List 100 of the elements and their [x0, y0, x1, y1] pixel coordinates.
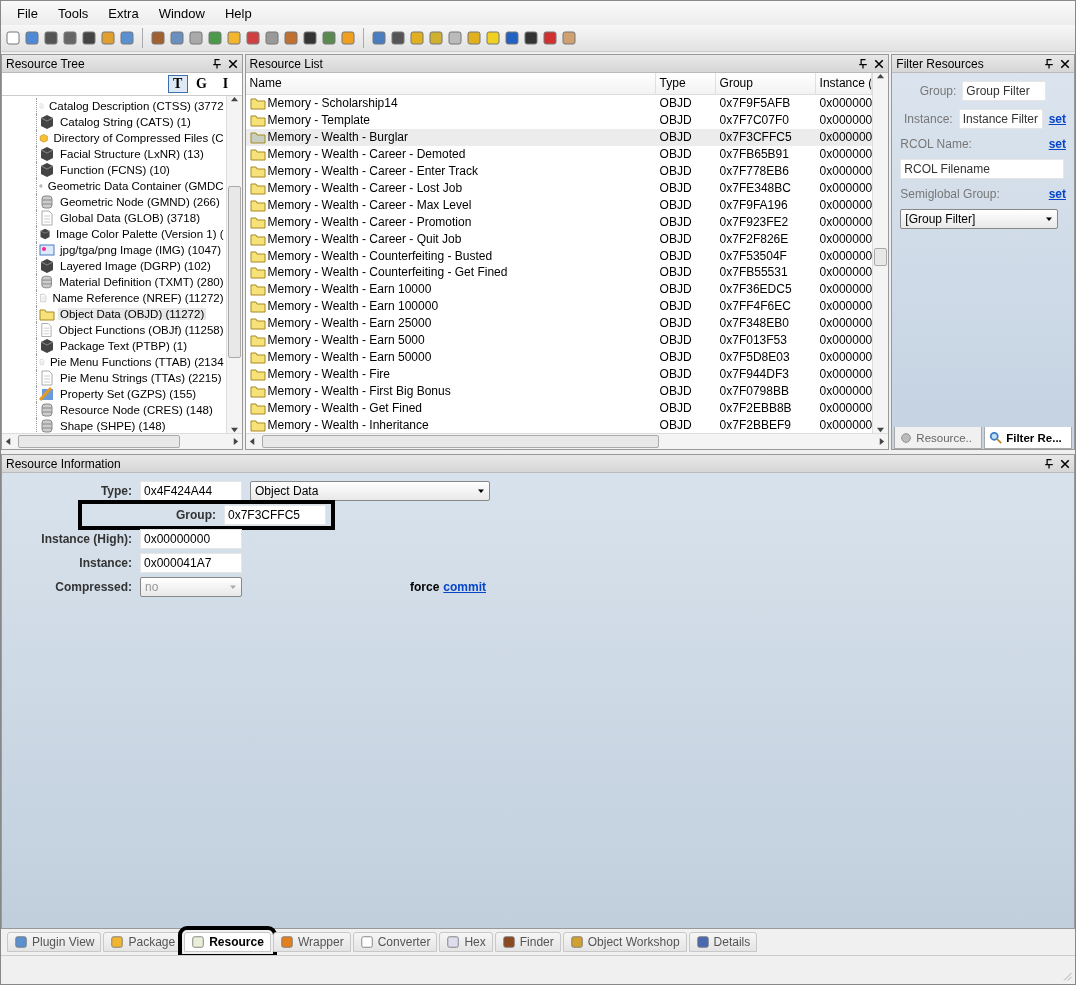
value-field[interactable]: 0x00000000	[140, 529, 242, 549]
set-link[interactable]: set	[1048, 112, 1066, 126]
horizontal-scrollbar[interactable]	[2, 433, 242, 449]
tree-item[interactable]: Function (FCNS) (10)	[58, 164, 172, 176]
view-tab[interactable]: Converter	[352, 932, 438, 952]
table-cell: Memory - Wealth - Earn 100000	[267, 299, 439, 314]
field-label: Group:	[175, 508, 216, 522]
tree-item[interactable]: Object Functions (OBJf) (11258)	[56, 324, 226, 336]
column-header[interactable]: Type	[655, 73, 716, 94]
caret-icon	[477, 487, 485, 495]
vertical-scrollbar[interactable]	[872, 73, 889, 433]
column-header[interactable]: Group	[715, 73, 816, 94]
panel-tab[interactable]: Filter Re...	[984, 427, 1072, 449]
table-cell-text: OBJD	[658, 282, 693, 297]
set-link[interactable]: set	[1048, 137, 1066, 151]
tab-icon	[279, 935, 294, 949]
tab-icon	[569, 935, 584, 949]
table-cell-text: 0x000000	[818, 113, 873, 128]
table-cell-text: OBJD	[658, 163, 693, 178]
tree-item[interactable]: Material Definition (TXMT) (280)	[57, 276, 226, 288]
semiglobal-dropdown[interactable]: [Group Filter]	[900, 209, 1059, 229]
tree-item[interactable]: Facial Structure (LxNR) (13)	[58, 148, 206, 160]
commit-link[interactable]: commit	[443, 580, 487, 594]
set-link[interactable]: set	[1048, 187, 1066, 201]
tree-item[interactable]: Geometric Node (GMND) (266)	[58, 196, 222, 208]
table-cell-text: 0x000000	[818, 130, 873, 145]
tree-item[interactable]: Pie Menu Functions (TTAB) (2134	[47, 356, 226, 368]
tree-item[interactable]: jpg/tga/png Image (IMG) (1047)	[58, 244, 224, 256]
table-cell-text: 0x000000	[818, 163, 873, 178]
table-cell-text: 0x7F944DF3	[718, 366, 790, 381]
scroll-arrow-icon[interactable]	[248, 438, 256, 445]
cube-icon	[39, 162, 55, 178]
horizontal-scrollbar[interactable]	[245, 433, 889, 449]
value-field[interactable]: 0x4F424A44	[140, 481, 242, 501]
table-cell: Memory - Wealth - Counterfeiting - Get Fined	[267, 265, 508, 280]
scroll-arrow-icon[interactable]	[877, 73, 885, 80]
cube-icon	[39, 258, 55, 274]
tree-item[interactable]: Pie Menu Strings (TTAs) (2215)	[58, 372, 224, 384]
view-tab[interactable]: Wrapper	[272, 932, 351, 952]
view-button[interactable]: G	[191, 75, 212, 93]
scrollbar-thumb[interactable]	[261, 435, 659, 448]
table-cell-text: OBJD	[658, 349, 693, 364]
table-cell: Memory - Wealth - Career - Promotion	[267, 214, 472, 229]
selected-row[interactable]: Memory - Wealth - Burglar OBJD 0x7F3CFFC5 0x000000	[245, 128, 873, 146]
panel-title: Filter Resources	[896, 56, 984, 71]
tree-item[interactable]: Package Text (PTBP) (1)	[58, 340, 189, 352]
table-cell: Memory - Wealth - Earn 50000	[267, 349, 432, 364]
value-field[interactable]: 0x000041A7	[140, 553, 242, 573]
table-cell: Memory - Wealth - Career - Max Level	[267, 197, 472, 212]
tab-icon	[110, 935, 125, 949]
panel-title: Resource List	[249, 56, 323, 71]
view-button[interactable]: T	[167, 75, 188, 93]
menu-item[interactable]: File	[9, 3, 46, 23]
field-label: RCOL Name:	[900, 137, 972, 151]
column-header[interactable]: Name	[245, 73, 656, 94]
tab-icon	[359, 935, 374, 949]
view-tab[interactable]: Details	[688, 932, 758, 952]
table-cell-text: 0x000000	[818, 214, 873, 229]
scrollbar-thumb[interactable]	[874, 248, 888, 266]
rcol-filename-field[interactable]: RCOL Filename	[900, 159, 1065, 179]
scrollbar-thumb[interactable]	[227, 186, 241, 358]
tree-item[interactable]: Object Data (OBJD) (11272)	[58, 308, 207, 320]
table-cell-text: 0x7FF4F6EC	[718, 299, 792, 314]
type-dropdown[interactable]: Object Data	[250, 481, 490, 501]
menu-item[interactable]: Help	[216, 3, 260, 23]
view-tab[interactable]: Object Workshop	[562, 932, 687, 952]
menu-item[interactable]: Window	[150, 3, 213, 23]
tree-item[interactable]: Geometric Data Container (GMDC	[45, 180, 226, 192]
view-button[interactable]: I	[215, 75, 236, 93]
table-cell: Memory - Wealth - Career - Demoted	[267, 147, 466, 162]
table-cell-text: 0x7FB55531	[718, 265, 789, 280]
view-tab[interactable]: Hex	[439, 932, 493, 952]
table-cell-text: 0x7F9F5AFB	[718, 96, 792, 111]
vertical-scrollbar[interactable]	[225, 96, 242, 433]
tree-item[interactable]: Resource Node (CRES) (148)	[58, 404, 215, 416]
tree-item[interactable]: Catalog Description (CTSS) (3772	[47, 100, 226, 112]
view-tab[interactable]: Plugin View	[7, 932, 102, 952]
instance-filter-field[interactable]: Instance Filter	[958, 109, 1043, 129]
tree-item[interactable]: Name Reference (NREF) (11272)	[50, 292, 226, 304]
field-label: Compressed:	[54, 580, 132, 594]
tree-item[interactable]: Catalog String (CATS) (1)	[58, 116, 193, 128]
scroll-arrow-icon[interactable]	[230, 96, 238, 103]
scroll-arrow-icon[interactable]	[5, 438, 12, 445]
group-filter-field[interactable]: Group Filter	[962, 81, 1047, 101]
tree-item[interactable]: Property Set (GZPS) (155)	[58, 388, 199, 400]
view-tab[interactable]: Finder	[494, 932, 561, 952]
value-field[interactable]: 0x7F3CFFC5	[224, 505, 326, 525]
field-label: Instance (High):	[40, 532, 132, 546]
table-cell-text: 0x7FE348BC	[718, 180, 792, 195]
tree-item[interactable]: Image Color Palette (Version 1) (	[54, 228, 226, 240]
menu-item[interactable]: Extra	[100, 3, 147, 23]
tree-item[interactable]: Shape (SHPE) (148)	[58, 420, 168, 432]
tree-item[interactable]: Global Data (GLOB) (3718)	[58, 212, 202, 224]
panel-tab[interactable]: Resource..	[894, 427, 983, 449]
tree-item[interactable]: Directory of Compressed Files (C	[51, 132, 226, 144]
scrollbar-thumb[interactable]	[18, 435, 180, 448]
table-cell-text: OBJD	[658, 231, 693, 246]
property-icon	[39, 386, 55, 402]
menu-item[interactable]: Tools	[49, 3, 97, 23]
tree-item[interactable]: Layered Image (DGRP) (102)	[58, 260, 213, 272]
